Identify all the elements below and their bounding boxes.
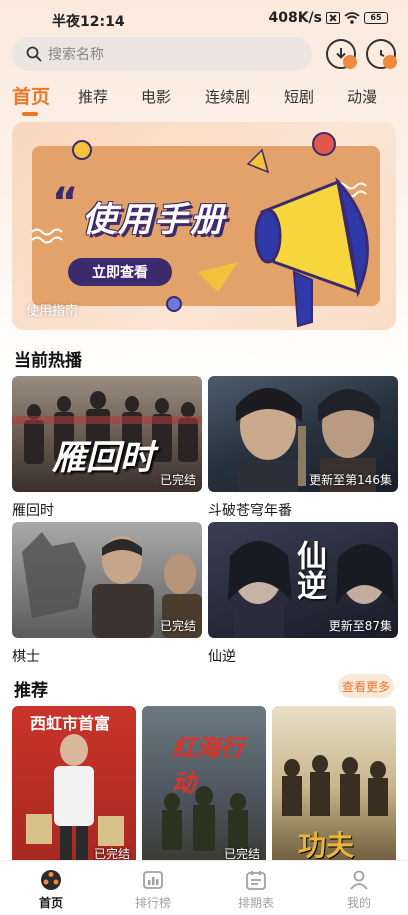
history-badge (383, 55, 397, 69)
recommend-poster[interactable]: 西虹市首富 已完结 (12, 706, 136, 866)
guide-banner[interactable]: “ 使用手册 立即查看 使用指南 (12, 122, 396, 330)
tab-recommend[interactable]: 推荐 (78, 86, 108, 107)
tab-movies[interactable]: 电影 (141, 86, 171, 107)
download-button[interactable] (326, 39, 357, 69)
show-name: 雁回时 (12, 503, 54, 519)
nav-label: 我的 (346, 896, 371, 910)
active-tab-indicator (22, 112, 38, 116)
nav-label: 排期表 (237, 896, 274, 910)
banner-title: 使用手册 (82, 200, 226, 240)
status-indicators: 408K/s 65 (268, 10, 388, 26)
show-card[interactable]: 已完结 棋士 (12, 522, 202, 666)
poster-title-text: 功夫 (298, 829, 355, 862)
poster-title-text: 仙逆 (291, 540, 326, 600)
battery-icon: 65 (364, 12, 388, 24)
download-badge (343, 55, 357, 69)
search-placeholder: 搜索名称 (48, 47, 104, 63)
show-poster: 已完结 (12, 522, 202, 638)
poster-figures (26, 734, 124, 866)
tab-anime[interactable]: 动漫 (347, 86, 377, 107)
banner-quote-mark: “ (52, 180, 79, 226)
calendar-icon (246, 871, 266, 890)
film-reel-icon (41, 870, 61, 890)
now-playing-title: 当前热播 (14, 351, 82, 371)
recommend-poster[interactable]: 功夫 (272, 706, 396, 866)
show-name: 棋士 (12, 649, 40, 665)
search-input[interactable]: 搜索名称 (12, 37, 312, 71)
show-poster: 雁回时 已完结 (12, 376, 202, 492)
episode-status: 更新至87集 (328, 619, 392, 633)
search-row: 搜索名称 (0, 34, 408, 74)
episode-status: 已完结 (159, 619, 196, 633)
tab-home[interactable]: 首页 (12, 82, 50, 109)
recommend-poster[interactable]: 红海行动 已完结 (142, 706, 266, 866)
wifi-icon (344, 12, 360, 24)
show-poster: 仙逆 更新至87集 (208, 522, 398, 638)
search-icon (26, 46, 42, 62)
network-speed: 408K/s (268, 10, 322, 26)
user-icon (350, 870, 368, 890)
no-sim-icon (326, 12, 340, 24)
megaphone-icon (254, 176, 369, 328)
recommend-title: 推荐 (14, 681, 48, 701)
category-tabs: 首页 推荐 电影 连续剧 短剧 动漫 (0, 78, 408, 120)
tab-short-drama[interactable]: 短剧 (284, 86, 314, 107)
show-name: 斗破苍穹年番 (208, 503, 292, 519)
tab-series[interactable]: 连续剧 (205, 86, 250, 107)
poster-title-text: 红海行动 (172, 734, 244, 797)
show-card[interactable]: 仙逆 更新至87集 仙逆 (208, 522, 398, 666)
history-button[interactable] (366, 39, 397, 69)
show-name: 仙逆 (208, 649, 236, 665)
nav-home[interactable]: 首页 (16, 869, 86, 911)
episode-status: 更新至第146集 (309, 473, 392, 487)
nav-profile[interactable]: 我的 (324, 869, 394, 911)
banner-cta-button[interactable]: 立即查看 (68, 258, 172, 286)
status-time: 半夜12:14 (52, 14, 125, 30)
nav-ranking[interactable]: 排行榜 (118, 869, 188, 911)
episode-status: 已完结 (159, 473, 196, 487)
nav-label: 排行榜 (134, 896, 171, 910)
show-poster: 更新至第146集 (208, 376, 398, 492)
poster-title-text: 雁回时 (52, 438, 154, 478)
chart-icon (143, 871, 163, 889)
show-card[interactable]: 雁回时 已完结 雁回时 (12, 376, 202, 520)
bottom-nav: 首页 排行榜 排期表 我的 (0, 860, 408, 915)
status-bar: 半夜12:14 408K/s 65 (0, 0, 408, 38)
see-more-button[interactable]: 查看更多 (338, 674, 394, 698)
nav-schedule[interactable]: 排期表 (221, 869, 291, 911)
banner-caption: 使用指南 (26, 304, 79, 319)
nav-label: 首页 (38, 896, 63, 910)
show-card[interactable]: 更新至第146集 斗破苍穹年番 (208, 376, 398, 520)
